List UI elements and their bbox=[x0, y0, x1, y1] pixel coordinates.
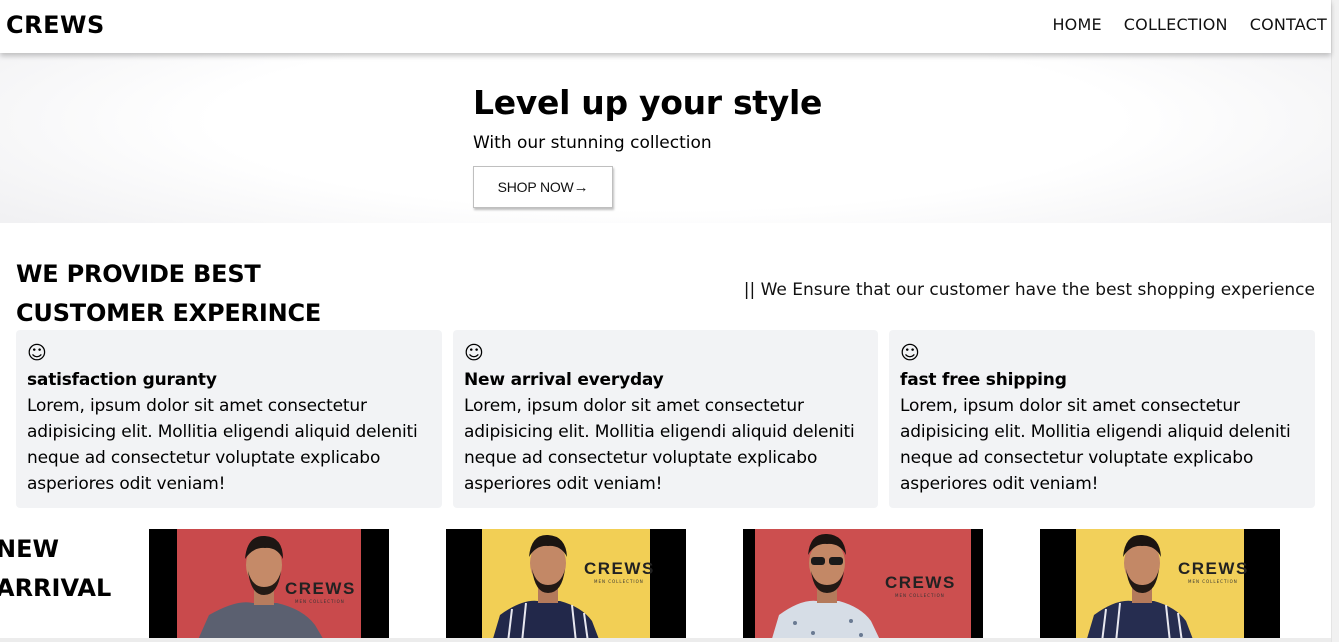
product-card[interactable]: CREWS MEN COLLECTION bbox=[446, 529, 686, 642]
feature-card-text: Lorem, ipsum dolor sit amet consectetur … bbox=[900, 396, 1291, 494]
nav-link-contact[interactable]: CONTACT bbox=[1250, 15, 1327, 34]
brand-logo[interactable]: CREWS bbox=[6, 11, 105, 39]
hero-section: Level up your style With our stunning co… bbox=[0, 53, 1331, 223]
features-title: WE PROVIDE BEST CUSTOMER EXPERINCE bbox=[16, 255, 356, 333]
new-arrival-title-line1: NEW bbox=[0, 535, 59, 563]
feature-card: ☺ satisfaction guranty Lorem, ipsum dolo… bbox=[16, 330, 442, 508]
product-card[interactable]: CREWS MEN COLLECTION bbox=[743, 529, 983, 642]
smile-icon: ☺ bbox=[27, 342, 47, 364]
product-brand-tagline: MEN COLLECTION bbox=[895, 593, 945, 598]
product-photo-image bbox=[482, 529, 650, 642]
feature-card-title: satisfaction guranty bbox=[27, 370, 217, 390]
navbar: CREWS HOME COLLECTION CONTACT bbox=[0, 0, 1331, 53]
features-tagline: || We Ensure that our customer have the … bbox=[743, 280, 1315, 300]
feature-card: ☺ New arrival everyday Lorem, ipsum dolo… bbox=[453, 330, 878, 508]
product-brand-logo: CREWS bbox=[885, 573, 956, 592]
features-title-line2: CUSTOMER EXPERINCE bbox=[16, 299, 322, 327]
hero-title: Level up your style bbox=[473, 83, 823, 122]
feature-card-text: Lorem, ipsum dolor sit amet consectetur … bbox=[464, 396, 855, 494]
product-brand-logo: CREWS bbox=[584, 559, 655, 578]
features-title-line1: WE PROVIDE BEST bbox=[16, 260, 261, 288]
new-arrival-title-line2: ARRIVAL bbox=[0, 574, 112, 602]
shop-now-label: SHOP NOW bbox=[497, 179, 574, 195]
product-brand-tagline: MEN COLLECTION bbox=[295, 599, 345, 604]
smile-icon: ☺ bbox=[464, 342, 484, 364]
feature-card-title: fast free shipping bbox=[900, 370, 1067, 390]
product-brand-tagline: MEN COLLECTION bbox=[1188, 579, 1238, 584]
product-photo bbox=[482, 529, 650, 642]
feature-card-title: New arrival everyday bbox=[464, 370, 664, 390]
new-arrival-title: NEW ARRIVAL bbox=[0, 530, 111, 608]
product-card[interactable]: CREWS MEN COLLECTION bbox=[149, 529, 389, 642]
page-bottom-edge bbox=[0, 638, 1331, 642]
product-brand-logo: CREWS bbox=[1178, 559, 1249, 578]
nav-link-home[interactable]: HOME bbox=[1052, 15, 1101, 34]
product-card[interactable]: CREWS MEN COLLECTION bbox=[1040, 529, 1280, 642]
feature-card-text: Lorem, ipsum dolor sit amet consectetur … bbox=[27, 396, 418, 494]
product-photo-image bbox=[1076, 529, 1244, 642]
hero-subtitle: With our stunning collection bbox=[473, 133, 712, 153]
product-photo bbox=[1076, 529, 1244, 642]
feature-card: ☺ fast free shipping Lorem, ipsum dolor … bbox=[889, 330, 1315, 508]
page-scrollbar[interactable] bbox=[1331, 0, 1339, 642]
arrow-right-icon: → bbox=[573, 178, 589, 196]
shop-now-button[interactable]: SHOP NOW → bbox=[473, 166, 613, 208]
nav-links: HOME COLLECTION CONTACT bbox=[1052, 15, 1327, 34]
smile-icon: ☺ bbox=[900, 342, 920, 364]
nav-link-collection[interactable]: COLLECTION bbox=[1124, 15, 1228, 34]
product-brand-logo: CREWS bbox=[285, 579, 356, 598]
product-brand-tagline: MEN COLLECTION bbox=[594, 579, 644, 584]
